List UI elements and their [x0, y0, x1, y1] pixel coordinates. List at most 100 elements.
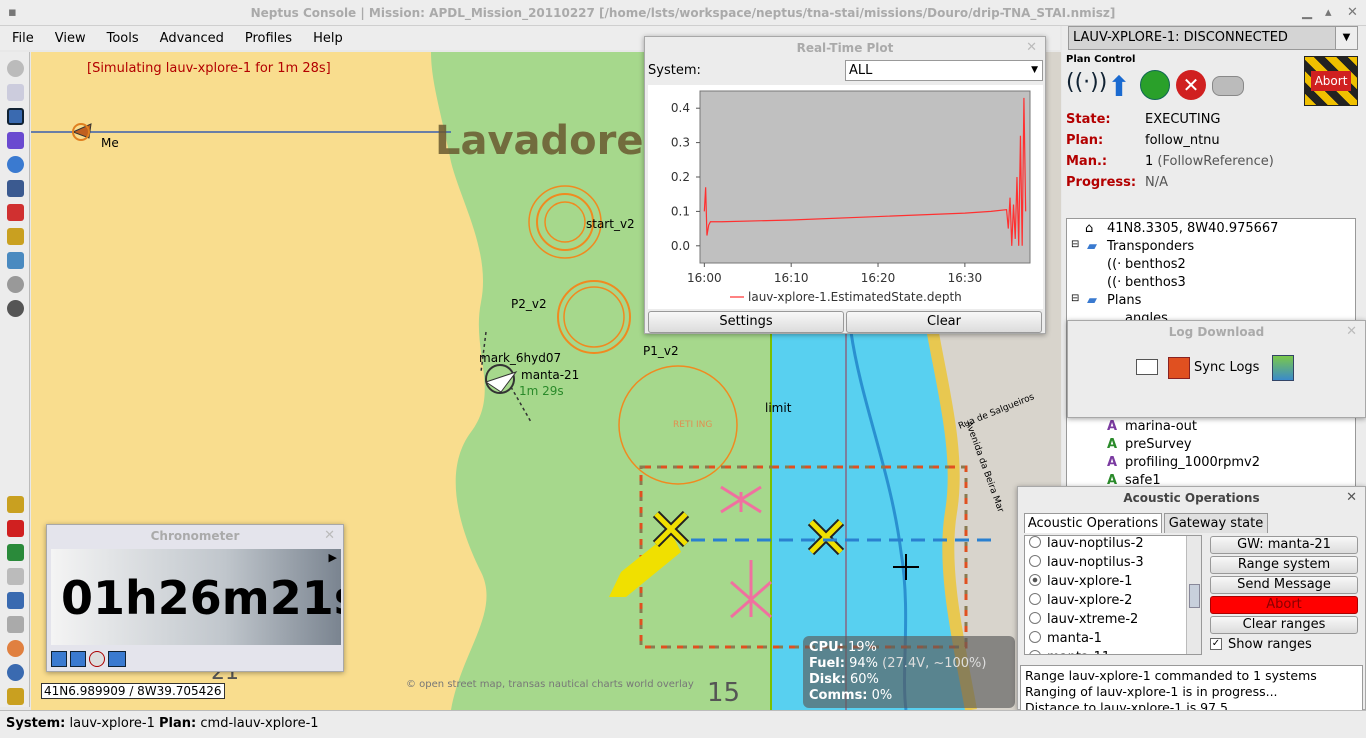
close-icon[interactable]: ✕ — [1347, 0, 1358, 26]
chart-tool-icon[interactable] — [7, 592, 24, 609]
realtime-plot-titlebar[interactable]: Real-Time Plot ✕ — [645, 37, 1045, 59]
stop-plan-icon[interactable]: ✕ — [1176, 70, 1206, 100]
pause-icon[interactable] — [70, 651, 86, 667]
settings-button[interactable]: Settings — [648, 311, 844, 333]
send-plan-icon[interactable]: ⬆ — [1104, 70, 1134, 103]
play-icon[interactable]: ▶ — [329, 551, 337, 564]
layers-tool-icon[interactable] — [7, 180, 24, 197]
plan-edit-icon[interactable] — [7, 132, 24, 149]
radio-button[interactable] — [1029, 650, 1041, 654]
start-icon[interactable] — [51, 651, 67, 667]
show-ranges-checkbox[interactable]: ✓ — [1210, 638, 1222, 650]
tree-plan-marina[interactable]: marina-out — [1125, 419, 1197, 434]
close-icon[interactable]: ✕ — [324, 525, 335, 547]
collapse-icon[interactable]: ⊟ — [1071, 239, 1079, 250]
system-radio-item[interactable]: lauv-noptilus-3 — [1029, 555, 1144, 574]
range-system-button[interactable]: Range system — [1210, 556, 1358, 574]
system-select[interactable]: ALL ▼ — [845, 60, 1043, 81]
system-radio-item[interactable]: lauv-xplore-2 — [1029, 593, 1132, 612]
x-tick-label: 16:10 — [774, 271, 809, 285]
status-bar: System: lauv-xplore-1 Plan: cmd-lauv-xpl… — [0, 710, 1366, 738]
tree-transponder-2[interactable]: benthos3 — [1125, 275, 1186, 290]
tab-acoustic-operations[interactable]: Acoustic Operations — [1024, 513, 1162, 533]
waypoint-p2-label[interactable]: P2_v2 — [511, 297, 547, 311]
waypoint-p1-label[interactable]: P1_v2 — [643, 344, 679, 358]
scrollbar[interactable] — [1186, 536, 1201, 654]
target-tool-icon[interactable] — [7, 300, 24, 317]
menu-view[interactable]: View — [43, 31, 95, 46]
waypoint-limit-label[interactable]: limit — [765, 401, 791, 415]
measure-tool-icon[interactable] — [7, 496, 24, 513]
tree-plans[interactable]: Plans — [1107, 293, 1141, 308]
book-icon[interactable] — [1136, 359, 1158, 375]
close-icon[interactable]: ✕ — [1346, 321, 1357, 343]
acoustic-titlebar[interactable]: Acoustic Operations ✕ — [1018, 487, 1365, 509]
play-tool-icon[interactable] — [7, 544, 24, 561]
system-radio-item[interactable]: manta-11 — [1029, 650, 1110, 654]
close-icon[interactable]: ✕ — [1346, 487, 1357, 509]
radio-button[interactable] — [1029, 555, 1041, 567]
scrollbar-thumb[interactable] — [1189, 584, 1200, 608]
tab-gateway-state[interactable]: Gateway state — [1164, 513, 1268, 533]
gamepad-icon[interactable] — [1212, 76, 1244, 96]
upload-icon[interactable] — [108, 651, 126, 667]
menu-file[interactable]: File — [0, 31, 43, 46]
system-radio-item[interactable]: lauv-xplore-1 — [1029, 574, 1132, 593]
manta-vehicle-label[interactable]: manta-21 — [521, 368, 579, 382]
info-tool-icon[interactable] — [7, 664, 24, 681]
home-icon: ⌂ — [1085, 221, 1094, 236]
system-radio-item[interactable]: lauv-noptilus-2 — [1029, 536, 1144, 555]
vehicle-view-icon[interactable] — [7, 108, 24, 125]
keyboard-tool-icon[interactable] — [7, 568, 24, 585]
abort-button[interactable]: Abort — [1304, 56, 1358, 106]
pan-tool-icon[interactable] — [7, 60, 24, 77]
vehicle-select[interactable]: LAUV-XPLORE-1: DISCONNECTED ▼ — [1068, 26, 1358, 50]
tree-transponder-1[interactable]: benthos2 — [1125, 257, 1186, 272]
acoustic-abort-button[interactable]: Abort — [1210, 596, 1358, 614]
menu-tools[interactable]: Tools — [95, 31, 148, 46]
menu-help[interactable]: Help — [301, 31, 352, 46]
tree-plan-presurvey[interactable]: preSurvey — [1125, 437, 1192, 452]
radio-button[interactable] — [1029, 631, 1041, 643]
sync-logs-label[interactable]: Sync Logs — [1194, 360, 1259, 375]
drive-tool-icon[interactable] — [7, 616, 24, 633]
clear-ranges-button[interactable]: Clear ranges — [1210, 616, 1358, 634]
gateway-button[interactable]: GW: manta-21 — [1210, 536, 1358, 554]
log-download-titlebar[interactable]: Log Download ✕ — [1068, 321, 1365, 343]
folder-tool-icon[interactable] — [7, 688, 24, 705]
eye-tool-icon[interactable] — [7, 276, 24, 293]
window-menu-icon[interactable]: ▪ — [8, 0, 17, 26]
mark-label[interactable]: mark_6hyd07 — [479, 351, 561, 365]
pin-tool-icon[interactable] — [7, 640, 24, 657]
minimize-icon[interactable]: ▁ — [1302, 0, 1312, 26]
image-tool-icon[interactable] — [7, 252, 24, 269]
refresh-tool-icon[interactable] — [7, 84, 24, 101]
signal-icon[interactable]: ((·)) — [1066, 70, 1107, 100]
start-plan-icon[interactable] — [1140, 70, 1170, 100]
marker-tool-icon[interactable] — [7, 520, 24, 537]
maximize-icon[interactable]: ▴ — [1325, 0, 1332, 26]
menu-advanced[interactable]: Advanced — [148, 31, 233, 46]
globe-tool-icon[interactable] — [7, 156, 24, 173]
system-name: manta-1 — [1047, 631, 1102, 646]
radio-button[interactable] — [1029, 574, 1041, 586]
radio-button[interactable] — [1029, 593, 1041, 605]
send-message-button[interactable]: Send Message — [1210, 576, 1358, 594]
download-icon[interactable] — [1272, 355, 1294, 381]
pen-tool-icon[interactable] — [7, 204, 24, 221]
tree-transponders[interactable]: Transponders — [1107, 239, 1194, 254]
chronometer-titlebar[interactable]: Chronometer ✕ — [47, 525, 343, 547]
system-radio-item[interactable]: manta-1 — [1029, 631, 1102, 650]
close-icon[interactable]: ✕ — [1026, 37, 1037, 59]
reset-icon[interactable] — [89, 651, 105, 667]
tree-plan-profiling[interactable]: profiling_1000rpmv2 — [1125, 455, 1260, 470]
waypoint-start-label[interactable]: start_v2 — [586, 217, 635, 231]
system-radio-item[interactable]: lauv-xtreme-2 — [1029, 612, 1138, 631]
clear-button[interactable]: Clear — [846, 311, 1042, 333]
radio-button[interactable] — [1029, 536, 1041, 548]
lock-tool-icon[interactable] — [7, 228, 24, 245]
menu-profiles[interactable]: Profiles — [233, 31, 301, 46]
tree-home-item[interactable]: 41N8.3305, 8W40.975667 — [1107, 221, 1278, 236]
collapse-icon[interactable]: ⊟ — [1071, 293, 1079, 304]
radio-button[interactable] — [1029, 612, 1041, 624]
